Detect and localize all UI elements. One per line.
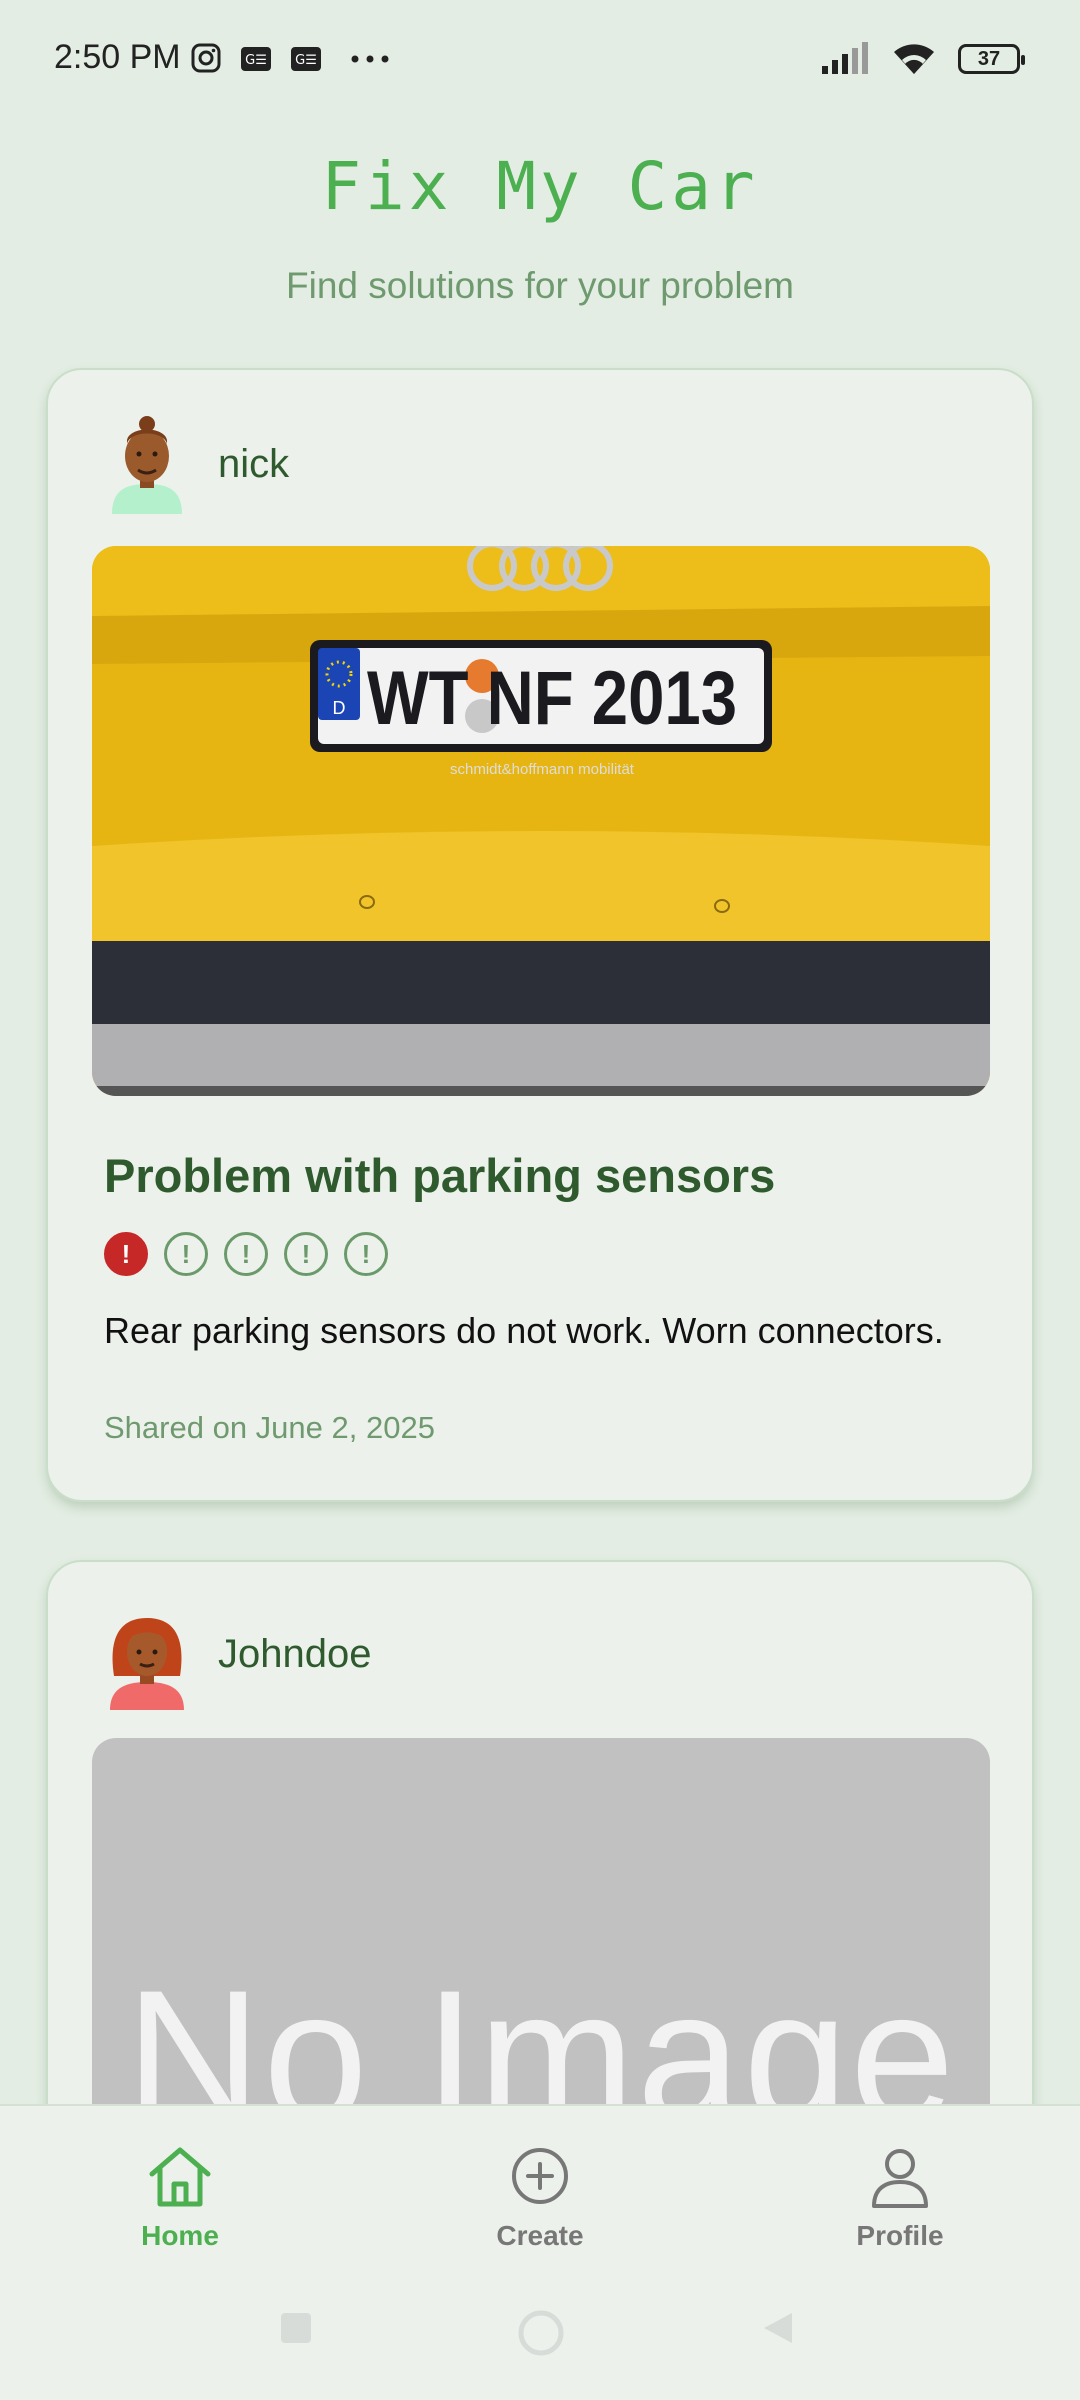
more-dots-icon <box>351 55 389 63</box>
post-date: Shared on June 2, 2025 <box>104 1410 435 1445</box>
svg-text:G☰: G☰ <box>245 53 267 68</box>
nav-create-label: Create <box>496 2220 584 2251</box>
post-description: Rear parking sensors do not work. Worn c… <box>104 1310 944 1351</box>
post-image[interactable]: D WT NF 2013 schmidt&hoffmann mobilität <box>92 546 990 1096</box>
nav-profile-label: Profile <box>856 2220 944 2251</box>
nav-profile[interactable]: Profile <box>800 2142 1000 2252</box>
post-username[interactable]: nick <box>218 442 289 487</box>
battery-icon: 37 <box>958 44 1025 74</box>
status-time: 2:50 PM <box>54 38 181 76</box>
severity-warning-icon: ! <box>224 1232 268 1276</box>
svg-text:G☰: G☰ <box>295 53 317 68</box>
app-subtitle: Find solutions for your problem <box>286 265 794 306</box>
avatar <box>110 1618 184 1710</box>
status-bar: 2:50 PM G☰ G☰ 37 <box>0 0 1080 120</box>
post-card[interactable]: nick D WT NF 2013 schmidt&hoffmann mobil… <box>46 368 1034 1502</box>
gallery-icon: G☰ <box>291 47 321 71</box>
severity-warning-icon: ! <box>284 1232 328 1276</box>
status-right-group: 37 <box>820 40 1025 78</box>
severity-rating: ! ! ! ! ! <box>104 1232 388 1276</box>
post-username[interactable]: Johndoe <box>218 1632 371 1677</box>
recent-apps-button[interactable] <box>278 2310 314 2346</box>
severity-warning-icon: ! <box>104 1232 148 1276</box>
home-icon <box>149 2147 211 2207</box>
plate-dealer-text: schmidt&hoffmann mobilität <box>450 761 635 778</box>
post-title: Problem with parking sensors <box>104 1149 776 1202</box>
instagram-icon <box>191 43 221 73</box>
signal-icon <box>822 42 868 74</box>
nav-home[interactable]: Home <box>80 2142 280 2252</box>
car-photo: D WT NF 2013 schmidt&hoffmann mobilität <box>92 546 990 1096</box>
plus-circle-icon <box>512 2148 568 2204</box>
plate-country: D <box>333 698 346 718</box>
plate-text: WT NF 2013 <box>367 656 737 741</box>
home-system-button[interactable] <box>516 2308 566 2358</box>
nav-home-label: Home <box>141 2220 219 2251</box>
app-title: Fix My Car <box>321 148 759 225</box>
severity-warning-icon: ! <box>344 1232 388 1276</box>
back-system-button[interactable] <box>760 2310 796 2346</box>
nav-create[interactable]: Create <box>440 2142 640 2252</box>
gallery-icon: G☰ <box>241 47 271 71</box>
avatar <box>112 416 182 514</box>
person-icon <box>872 2149 928 2208</box>
wifi-icon <box>894 44 934 74</box>
severity-warning-icon: ! <box>164 1232 208 1276</box>
post-image[interactable]: No Image <box>92 1738 990 2158</box>
